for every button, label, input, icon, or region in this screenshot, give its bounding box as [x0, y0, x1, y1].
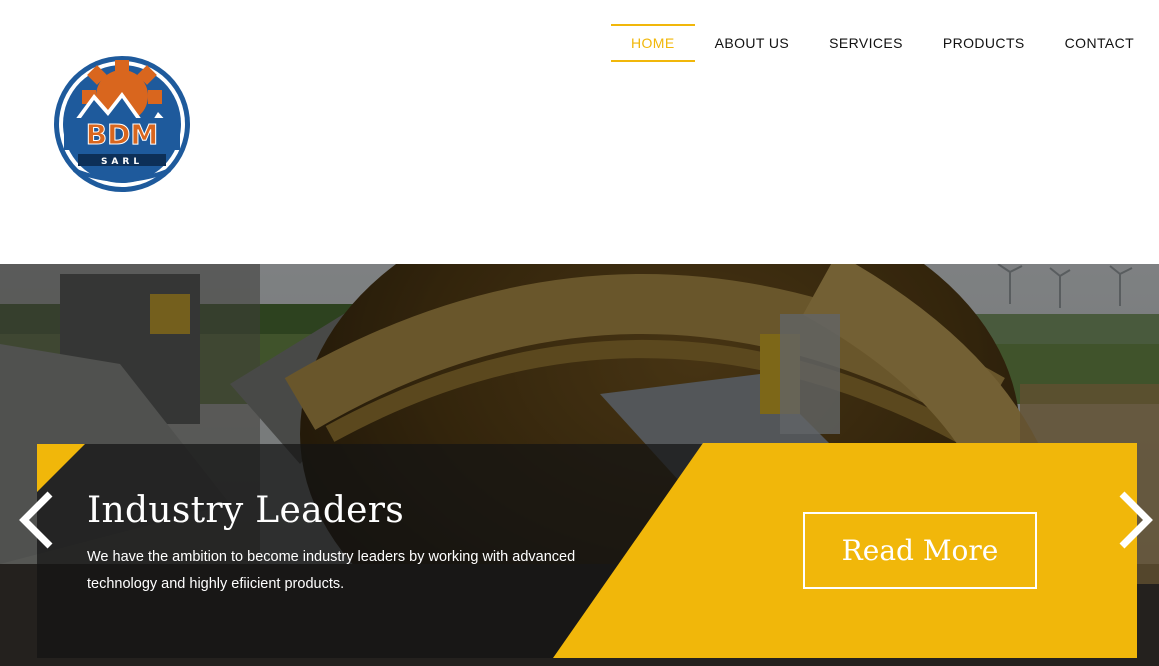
logo-text: BDM [86, 118, 158, 151]
nav-item-products[interactable]: PRODUCTS [923, 24, 1045, 62]
nav-item-about-us[interactable]: ABOUT US [695, 24, 810, 62]
read-more-button[interactable]: Read More [803, 512, 1037, 589]
slide-title: Industry Leaders [87, 490, 405, 531]
main-nav: HOME ABOUT US SERVICES PRODUCTS CONTACT [611, 24, 1154, 62]
bdm-logo[interactable]: BDM SARL [52, 54, 192, 194]
hero-slider: Industry Leaders We have the ambition to… [0, 264, 1159, 666]
nav-item-contact[interactable]: CONTACT [1045, 24, 1154, 62]
caption-corner-accent [37, 444, 85, 492]
slide-description: We have the ambition to become industry … [87, 549, 576, 592]
site-header: BDM SARL HOME ABOUT US SERVICES PRODUCTS… [0, 0, 1159, 264]
chevron-right-icon[interactable] [1116, 490, 1156, 550]
chevron-left-icon[interactable] [16, 490, 56, 550]
nav-item-home[interactable]: HOME [611, 24, 695, 62]
logo-subtext: SARL [101, 157, 143, 167]
nav-item-services[interactable]: SERVICES [809, 24, 923, 62]
